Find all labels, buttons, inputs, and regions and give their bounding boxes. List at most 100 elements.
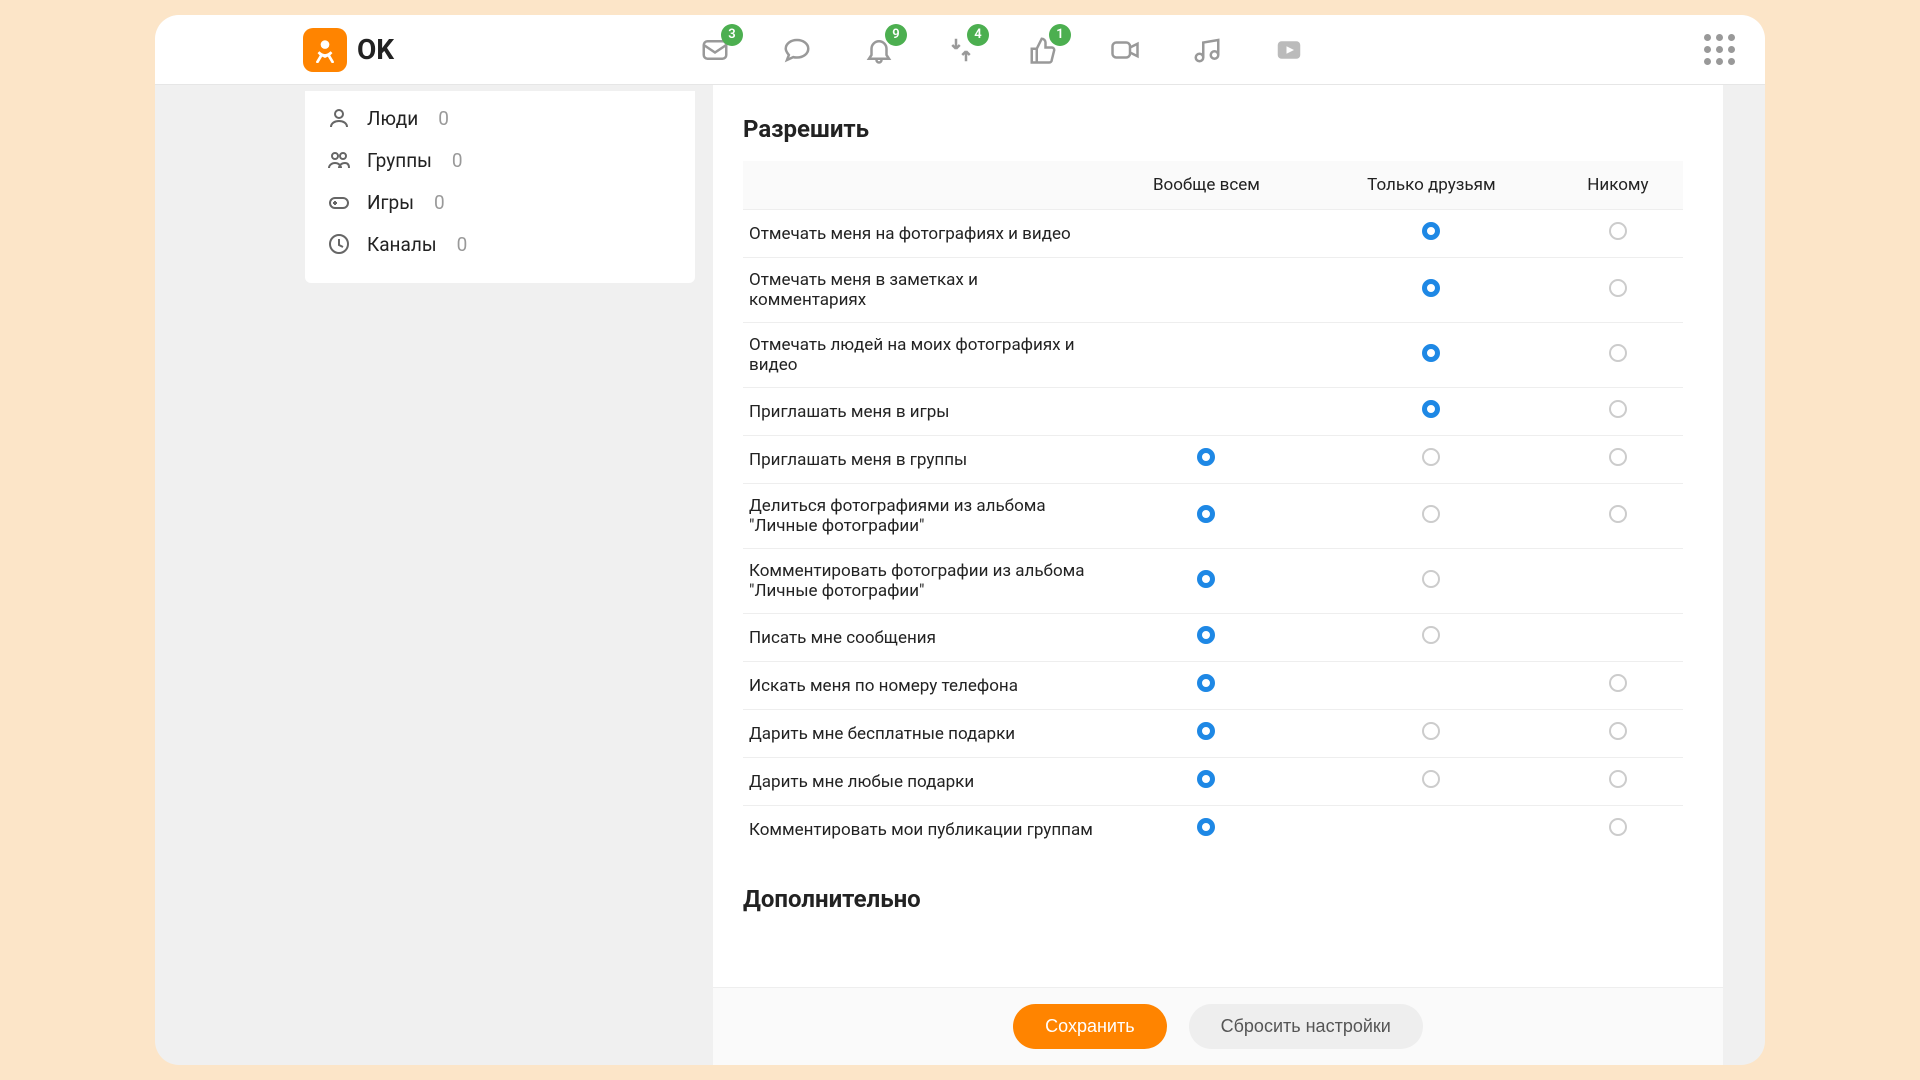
sidebar-item-count: 0 <box>457 233 468 256</box>
permission-row: Дарить мне бесплатные подарки <box>743 710 1683 758</box>
permission-label: Дарить мне любые подарки <box>743 758 1103 806</box>
notifications-badge: 9 <box>885 24 907 46</box>
discussions-icon[interactable] <box>777 30 817 70</box>
main-panel: Разрешить Вообще всем Только друзьям Ник… <box>713 85 1723 1065</box>
radio-none[interactable] <box>1609 505 1627 523</box>
radio-friends[interactable] <box>1422 505 1440 523</box>
notifications-bell-icon[interactable]: 9 <box>859 30 899 70</box>
feed-badge: 4 <box>967 24 989 46</box>
radio-none[interactable] <box>1609 344 1627 362</box>
permission-label: Делиться фотографиями из альбома "Личные… <box>743 484 1103 549</box>
permission-row: Приглашать меня в группы <box>743 436 1683 484</box>
app-window: OK 3 9 4 1 <box>155 15 1765 1065</box>
logo[interactable]: OK <box>303 28 394 72</box>
radio-none[interactable] <box>1609 674 1627 692</box>
sidebar-item-count: 0 <box>434 191 445 214</box>
additional-title: Дополнительно <box>743 885 1683 913</box>
radio-friends[interactable] <box>1422 448 1440 466</box>
radio-all[interactable] <box>1197 674 1215 692</box>
radio-none[interactable] <box>1609 818 1627 836</box>
permission-label: Отмечать меня на фотографиях и видео <box>743 210 1103 258</box>
radio-all[interactable] <box>1197 505 1215 523</box>
column-header-none: Никому <box>1553 161 1683 210</box>
column-header-all: Вообще всем <box>1103 161 1310 210</box>
permissions-title: Разрешить <box>743 115 1683 143</box>
radio-friends[interactable] <box>1422 770 1440 788</box>
save-button[interactable]: Сохранить <box>1013 1004 1166 1049</box>
permission-row: Приглашать меня в игры <box>743 388 1683 436</box>
permission-row: Отмечать меня на фотографиях и видео <box>743 210 1683 258</box>
permission-label: Писать мне сообщения <box>743 614 1103 662</box>
sidebar-item-label: Группы <box>367 149 432 172</box>
top-bar: OK 3 9 4 1 <box>155 15 1765 85</box>
radio-friends[interactable] <box>1422 344 1440 362</box>
content: Люди 0 Группы 0 Игры 0 Каналы 0 <box>155 85 1765 1065</box>
video-icon[interactable] <box>1269 30 1309 70</box>
permission-row: Комментировать мои публикации группам <box>743 806 1683 854</box>
radio-all[interactable] <box>1197 448 1215 466</box>
column-header-friends: Только друзьям <box>1310 161 1553 210</box>
radio-none[interactable] <box>1609 400 1627 418</box>
radio-all[interactable] <box>1197 818 1215 836</box>
radio-none[interactable] <box>1609 448 1627 466</box>
sidebar-item-label: Люди <box>367 107 418 130</box>
permission-label: Приглашать меня в группы <box>743 436 1103 484</box>
sidebar-item-count: 0 <box>452 149 463 172</box>
footer-bar: Сохранить Сбросить настройки <box>713 987 1723 1065</box>
permission-label: Комментировать фотографии из альбома "Ли… <box>743 549 1103 614</box>
permission-label: Отмечать людей на моих фотографиях и вид… <box>743 323 1103 388</box>
radio-none[interactable] <box>1609 222 1627 240</box>
permission-label: Приглашать меня в игры <box>743 388 1103 436</box>
sidebar-item-label: Каналы <box>367 233 437 256</box>
messages-badge: 3 <box>721 24 743 46</box>
gamepad-icon <box>327 190 351 214</box>
radio-none[interactable] <box>1609 722 1627 740</box>
likes-icon[interactable]: 1 <box>1023 30 1063 70</box>
radio-all[interactable] <box>1197 722 1215 740</box>
video-call-icon[interactable] <box>1105 30 1145 70</box>
radio-none[interactable] <box>1609 770 1627 788</box>
radio-friends[interactable] <box>1422 626 1440 644</box>
sidebar-item-count: 0 <box>438 107 449 130</box>
groups-icon <box>327 148 351 172</box>
likes-badge: 1 <box>1049 24 1071 46</box>
permission-label: Искать меня по номеру телефона <box>743 662 1103 710</box>
sidebar-item-people[interactable]: Люди 0 <box>305 97 695 139</box>
sidebar: Люди 0 Группы 0 Игры 0 Каналы 0 <box>305 85 695 1065</box>
sidebar-item-games[interactable]: Игры 0 <box>305 181 695 223</box>
radio-friends[interactable] <box>1422 722 1440 740</box>
radio-all[interactable] <box>1197 770 1215 788</box>
radio-friends[interactable] <box>1422 222 1440 240</box>
permissions-table: Вообще всем Только друзьям Никому Отмеча… <box>743 161 1683 853</box>
music-icon[interactable] <box>1187 30 1227 70</box>
permission-row: Комментировать фотографии из альбома "Ли… <box>743 549 1683 614</box>
column-header-label <box>743 161 1103 210</box>
radio-friends[interactable] <box>1422 279 1440 297</box>
sidebar-item-channels[interactable]: Каналы 0 <box>305 223 695 265</box>
radio-all[interactable] <box>1197 570 1215 588</box>
permission-row: Дарить мне любые подарки <box>743 758 1683 806</box>
sidebar-item-label: Игры <box>367 191 414 214</box>
permission-label: Дарить мне бесплатные подарки <box>743 710 1103 758</box>
person-icon <box>327 106 351 130</box>
permission-label: Отмечать меня в заметках и комментариях <box>743 258 1103 323</box>
guests-icon[interactable]: 4 <box>941 30 981 70</box>
sidebar-item-groups[interactable]: Группы 0 <box>305 139 695 181</box>
sidebar-card: Люди 0 Группы 0 Игры 0 Каналы 0 <box>305 91 695 283</box>
permission-row: Делиться фотографиями из альбома "Личные… <box>743 484 1683 549</box>
channel-icon <box>327 232 351 256</box>
reset-button[interactable]: Сбросить настройки <box>1189 1004 1423 1049</box>
brand-name: OK <box>357 33 394 66</box>
radio-all[interactable] <box>1197 626 1215 644</box>
nav-icons: 3 9 4 1 <box>695 30 1309 70</box>
permission-row: Писать мне сообщения <box>743 614 1683 662</box>
permission-label: Комментировать мои публикации группам <box>743 806 1103 854</box>
radio-friends[interactable] <box>1422 400 1440 418</box>
radio-none[interactable] <box>1609 279 1627 297</box>
radio-friends[interactable] <box>1422 570 1440 588</box>
permission-row: Искать меня по номеру телефона <box>743 662 1683 710</box>
messages-icon[interactable]: 3 <box>695 30 735 70</box>
permission-row: Отмечать людей на моих фотографиях и вид… <box>743 323 1683 388</box>
ok-logo-icon <box>303 28 347 72</box>
apps-grid-icon[interactable] <box>1701 32 1737 68</box>
